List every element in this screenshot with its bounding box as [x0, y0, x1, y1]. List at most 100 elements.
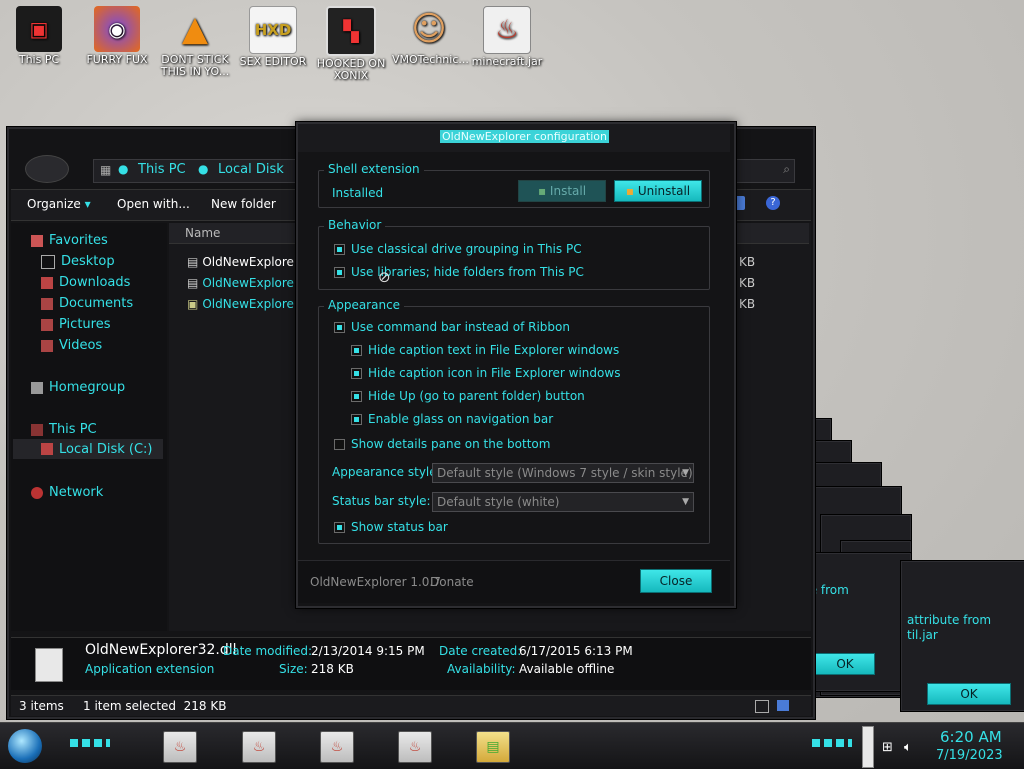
status-bar-style-select[interactable]: Default style (white) ▼	[432, 492, 694, 512]
classical-drive-grouping-checkbox[interactable]: Use classical drive grouping in This PC	[334, 242, 582, 256]
size-label: Size:	[279, 662, 308, 676]
notification-scroll[interactable]	[862, 726, 874, 768]
desktop-icon-this-pc[interactable]: ▣ This PC	[2, 6, 76, 66]
close-button[interactable]: Close	[640, 569, 712, 593]
network-icon	[31, 486, 43, 499]
separator-icon: ●	[198, 162, 209, 176]
decor-lights	[70, 739, 110, 747]
computer-icon	[31, 423, 43, 436]
dialog-footer: OldNewExplorer 1.0.7 Donate Close	[298, 560, 730, 603]
java-icon: ♨	[483, 6, 531, 54]
shell-extension-label: Shell extension	[324, 162, 424, 176]
new-folder-button[interactable]: New folder	[211, 197, 276, 211]
dialog-titlebar: OldNewExplorer configuration	[298, 124, 730, 152]
appearance-style-select[interactable]: Default style (Windows 7 style / skin st…	[432, 463, 694, 483]
nav-videos[interactable]: Videos	[41, 338, 102, 353]
desktop-icon-hooked-on-xonix[interactable]: ▚ HOOKED ON XONIX	[314, 6, 388, 82]
decor-lights	[812, 739, 852, 747]
tiles-view-icon[interactable]	[777, 700, 789, 711]
hide-caption-icon-checkbox[interactable]: Hide caption icon in File Explorer windo…	[351, 366, 620, 380]
desktop-icon-furry-fux[interactable]: ◉ FURRY FUX	[80, 6, 154, 66]
column-header-name[interactable]: Name	[185, 226, 220, 240]
clock-time[interactable]: 6:20 AM	[940, 728, 1002, 746]
homegroup-icon	[31, 381, 43, 394]
desktop-icon-minecraft-jar[interactable]: ♨ minecraft.jar	[470, 6, 544, 68]
taskbar-java-app[interactable]: ♨	[163, 731, 197, 763]
open-with-button[interactable]: Open with...	[117, 197, 190, 211]
doctor-icon: ☺	[411, 9, 447, 49]
nav-documents[interactable]: Documents	[41, 296, 133, 311]
size-value: 218 KB	[311, 662, 354, 676]
desktop-icon-label: FURRY FUX	[86, 53, 148, 66]
nav-pictures[interactable]: Pictures	[41, 317, 110, 332]
back-forward-icon[interactable]	[25, 155, 69, 183]
ok-button[interactable]: OK	[927, 683, 1011, 705]
file-row[interactable]: ▤ OldNewExplorer3	[187, 255, 307, 269]
file-row[interactable]: ▤ OldNewExplorer6	[187, 276, 307, 290]
taskbar-java-app[interactable]: ♨	[398, 731, 432, 763]
volume-icon[interactable]: 🔈︎	[904, 740, 912, 755]
busy-cursor-icon: ⊘	[378, 268, 391, 286]
hide-up-button-checkbox[interactable]: Hide Up (go to parent folder) button	[351, 389, 585, 403]
nav-this-pc[interactable]: This PC	[31, 422, 97, 437]
breadcrumb-this-pc[interactable]: This PC	[138, 162, 186, 177]
vlc-cone-icon: ▲	[181, 9, 209, 49]
uninstall-button[interactable]: ▪ Uninstall	[614, 180, 702, 202]
show-status-bar-checkbox[interactable]: Show status bar	[334, 520, 448, 534]
desktop-icon-sex-editor[interactable]: HXD SEX EDITOR	[236, 6, 310, 68]
enable-glass-checkbox[interactable]: Enable glass on navigation bar	[351, 412, 553, 426]
shield-icon: ▪	[537, 184, 547, 198]
donate-link[interactable]: Donate	[430, 575, 474, 589]
date-modified-label: Date modified:	[223, 644, 313, 658]
behavior-label: Behavior	[324, 218, 386, 232]
file-row[interactable]: ▣ OldNewExplorerC	[187, 297, 307, 311]
date-created-value: 6/17/2015 6:13 PM	[519, 644, 633, 658]
desktop-icon-label: VMOTechnic...	[392, 53, 469, 66]
desktop-icon-label: This PC	[18, 53, 60, 66]
taskbar-java-app[interactable]: ♨	[242, 731, 276, 763]
file-preview-icon	[35, 648, 63, 682]
nav-homegroup[interactable]: Homegroup	[31, 380, 125, 395]
firefox-icon: ◉	[94, 6, 140, 52]
config-dialog: OldNewExplorer configuration Shell exten…	[296, 122, 736, 608]
details-view-icon[interactable]	[755, 700, 769, 713]
network-tray-icon[interactable]: ⊞	[882, 740, 893, 755]
help-icon[interactable]: ?	[766, 196, 780, 210]
nav-downloads[interactable]: Downloads	[41, 275, 130, 290]
java-icon: ♨	[173, 739, 187, 755]
desktop-icon-vmotechnic[interactable]: ☺ VMOTechnic...	[392, 6, 469, 66]
version-text: OldNewExplorer 1.0.7	[310, 575, 441, 589]
file-size: KB	[739, 255, 756, 269]
clock-date[interactable]: 7/19/2023	[936, 748, 1003, 763]
breadcrumb-local-disk[interactable]: Local Disk	[218, 162, 284, 177]
monitor-icon: ▣	[16, 6, 62, 52]
file-size: KB	[739, 276, 756, 290]
ok-button[interactable]: OK	[815, 653, 875, 675]
organize-button[interactable]: Organize ▾	[27, 197, 91, 211]
taskbar-java-app[interactable]: ♨	[320, 731, 354, 763]
nav-favorites[interactable]: Favorites	[31, 233, 108, 248]
star-icon	[31, 234, 43, 247]
start-button-icon[interactable]	[8, 729, 42, 763]
appearance-style-label: Appearance style:	[332, 465, 441, 479]
folder-icon: ▤	[486, 739, 500, 755]
desktop-icon	[41, 254, 55, 269]
computer-icon: ▦	[100, 163, 112, 177]
appearance-label: Appearance	[324, 298, 405, 312]
nav-network[interactable]: Network	[31, 485, 103, 500]
documents-icon	[41, 297, 53, 310]
status-selection: 1 item selected 218 KB	[83, 699, 227, 713]
command-bar-checkbox[interactable]: Use command bar instead of Ribbon	[334, 320, 570, 334]
nav-local-disk[interactable]: Local Disk (C:)	[13, 439, 163, 459]
desktop-icon-dont-stick[interactable]: ▲ DONT STICK THIS IN YO...	[158, 6, 232, 78]
taskbar-explorer-app[interactable]: ▤	[476, 731, 510, 763]
videos-icon	[41, 339, 53, 352]
install-button[interactable]: ▪ Install	[518, 180, 606, 202]
search-icon[interactable]: ⌕	[783, 162, 790, 177]
availability-label: Availability:	[447, 662, 516, 676]
nav-desktop[interactable]: Desktop	[41, 254, 115, 269]
details-pane-checkbox[interactable]: Show details pane on the bottom	[334, 437, 550, 451]
use-libraries-checkbox[interactable]: Use libraries; hide folders from This PC	[334, 265, 584, 279]
dialog-title: OldNewExplorer configuration	[440, 130, 609, 143]
hide-caption-text-checkbox[interactable]: Hide caption text in File Explorer windo…	[351, 343, 619, 357]
